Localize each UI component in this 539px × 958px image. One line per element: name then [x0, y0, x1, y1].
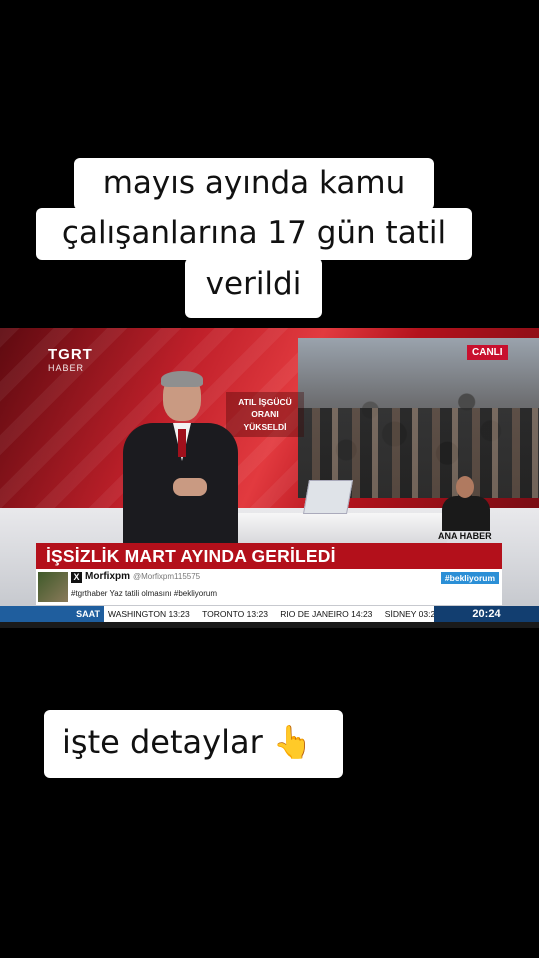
caption-bottom: işte detaylar 👆: [44, 710, 343, 778]
channel-logo: TGRT HABER: [48, 346, 93, 373]
frame-bottom-edge: [0, 622, 539, 628]
avatar: [38, 572, 68, 602]
logo-sub: HABER: [48, 363, 85, 373]
ticker-city: RIO DE JANEIRO 14:23: [280, 609, 373, 619]
news-video-frame[interactable]: TGRT HABER CANLI ATIL İŞGÜCÜ ORANI YÜKSE…: [0, 328, 539, 628]
world-clock-ticker: SAAT WASHINGTON 13:23 TORONTO 13:23 RIO …: [0, 606, 539, 622]
caption-line-3: verildi: [185, 258, 322, 318]
ticker-city: TORONTO 13:23: [202, 609, 268, 619]
live-badge: CANLI: [467, 345, 508, 360]
anchor-hands: [173, 478, 207, 496]
caption-line-2: çalışanlarına 17 gün tatil: [36, 208, 472, 260]
tweet-bar: X Morfixpm @Morfixpm115575 #tgrthaber Ya…: [36, 569, 502, 605]
tweet-handle: @Morfixpm115575: [133, 572, 201, 581]
tweet-display-name: Morfixpm: [85, 571, 130, 582]
ticker-city: WASHINGTON 13:23: [108, 609, 190, 619]
laptop: [303, 480, 353, 514]
anchor-hair: [161, 371, 203, 387]
sign-language-interpreter: [442, 476, 490, 531]
signer-body: [442, 496, 490, 531]
program-name: ANA HABER: [438, 531, 492, 541]
local-time: 20:24: [434, 606, 539, 622]
crowd-footage: [298, 338, 539, 498]
logo-main: TGRT: [48, 346, 93, 363]
ticker-city: SİDNEY 03:23: [384, 609, 434, 619]
ticker-cities: WASHINGTON 13:23 TORONTO 13:23 RIO DE JA…: [104, 606, 434, 622]
hashtag-badge: #bekliyorum: [440, 572, 499, 584]
news-headline: İŞSİZLİK MART AYINDA GERİLEDİ: [36, 543, 502, 569]
signer-head: [456, 476, 474, 498]
ticker-label: SAAT: [0, 606, 104, 622]
caption-line-1: mayıs ayında kamu: [74, 158, 434, 210]
anchor-tie: [178, 429, 186, 457]
news-anchor: [123, 371, 238, 548]
x-logo-icon: X: [71, 572, 82, 583]
tweet-text: #tgrthaber Yaz tatili olmasını #bekliyor…: [71, 589, 217, 598]
